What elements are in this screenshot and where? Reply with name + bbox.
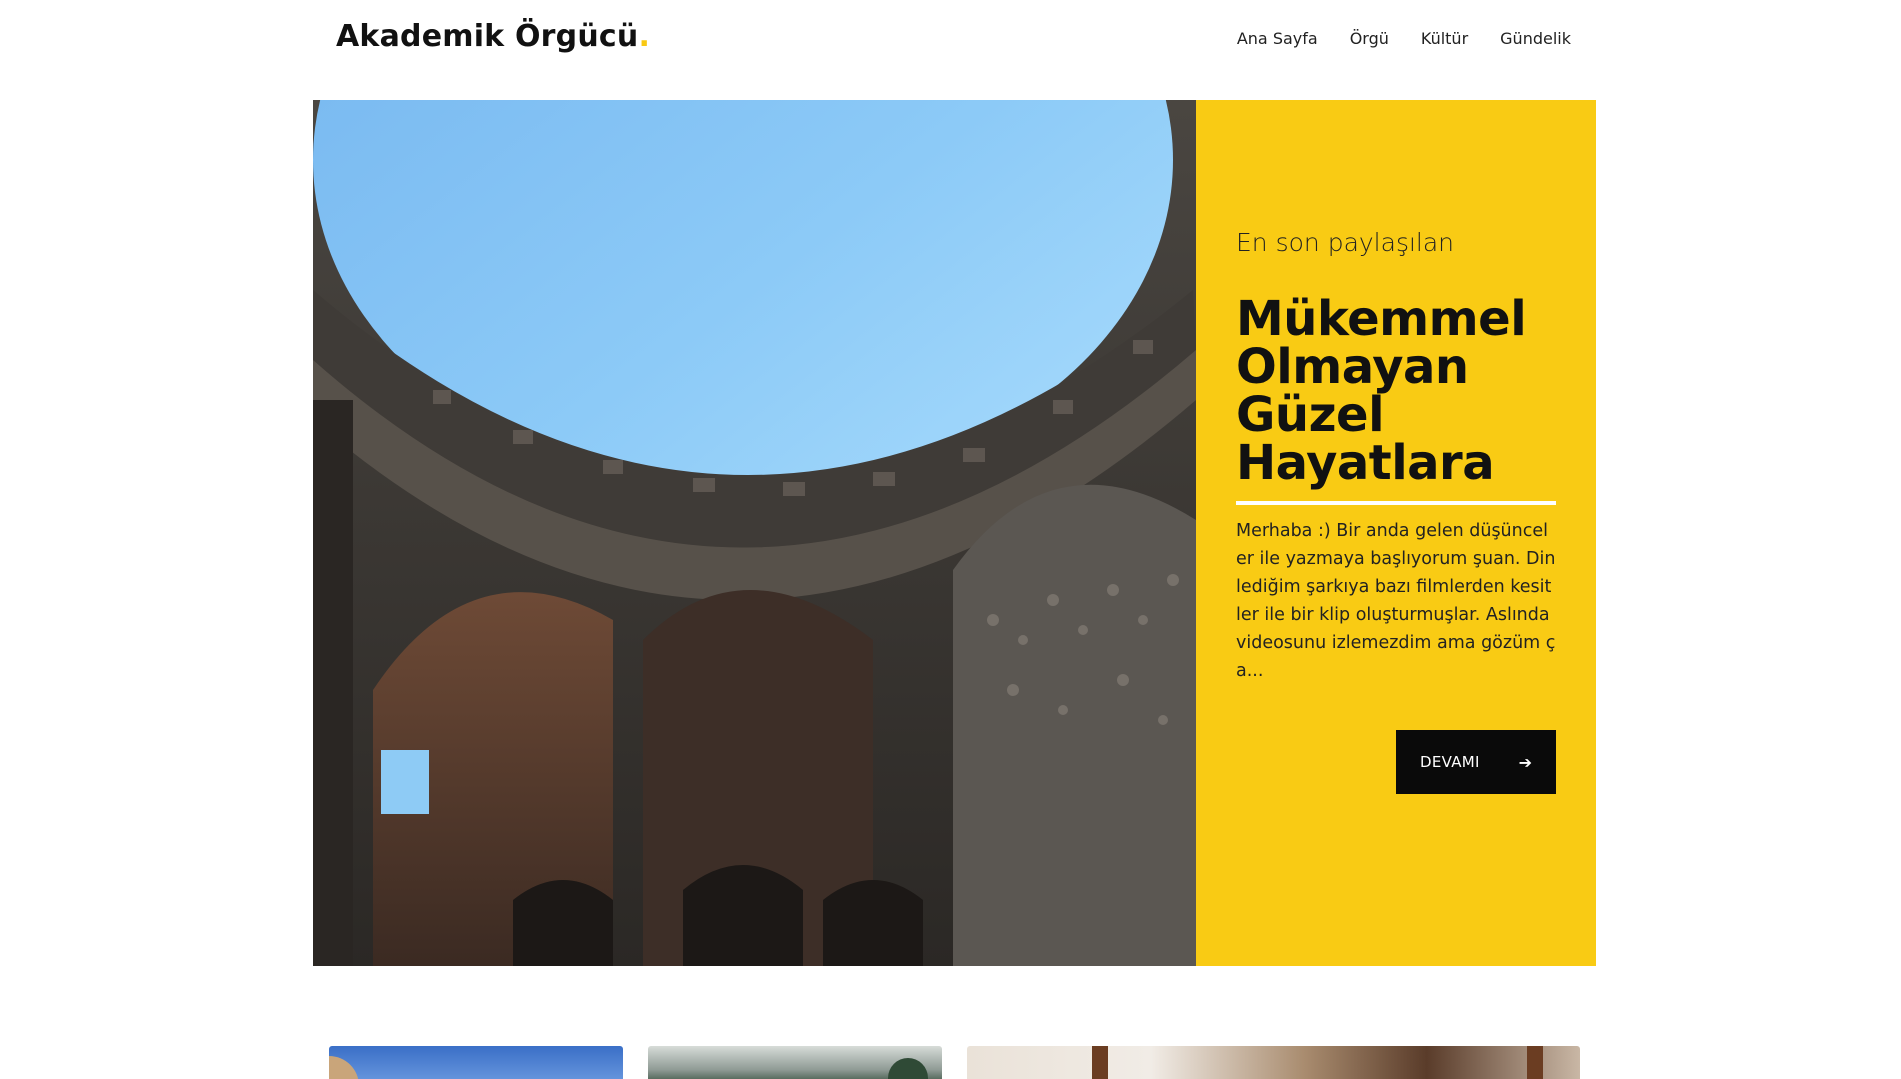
title-divider xyxy=(1236,501,1556,505)
featured-post-panel: En son paylaşılan Mükemmel Olmayan Güzel… xyxy=(1196,100,1596,966)
nav-item-ana-sayfa[interactable]: Ana Sayfa xyxy=(1237,29,1318,48)
nav-item-gundelik[interactable]: Gündelik xyxy=(1500,29,1571,48)
main-nav: Ana Sayfa Örgü Kültür Gündelik xyxy=(1237,29,1571,48)
card-3-decor-left xyxy=(1092,1046,1108,1079)
nav-item-orgu[interactable]: Örgü xyxy=(1350,29,1389,48)
card-3-decor-right xyxy=(1527,1046,1543,1079)
post-card-3-image[interactable] xyxy=(967,1046,1580,1079)
featured-label: En son paylaşılan xyxy=(1236,228,1455,257)
featured-post: En son paylaşılan Mükemmel Olmayan Güzel… xyxy=(313,100,1596,966)
featured-post-excerpt: Merhaba :) Bir anda gelen düşünceler ile… xyxy=(1236,521,1556,681)
arrow-right-icon: ➔ xyxy=(1518,752,1532,772)
dome-ruins-photo xyxy=(313,100,1196,966)
read-more-label: DEVAMI xyxy=(1420,753,1480,771)
featured-post-image[interactable] xyxy=(313,100,1196,966)
featured-post-title[interactable]: Mükemmel Olmayan Güzel Hayatlara xyxy=(1236,295,1556,487)
nav-item-kultur[interactable]: Kültür xyxy=(1421,29,1468,48)
post-cards-row xyxy=(329,1046,1580,1079)
site-logo[interactable]: Akademik Örgücü. xyxy=(336,19,650,54)
logo-dot: . xyxy=(638,19,651,54)
card-1-decor xyxy=(329,1056,359,1079)
site-header: Akademik Örgücü. Ana Sayfa Örgü Kültür G… xyxy=(0,0,1901,80)
post-card-1-image[interactable] xyxy=(329,1046,623,1079)
read-more-button[interactable]: DEVAMI ➔ xyxy=(1396,730,1556,794)
logo-text: Akademik Örgücü xyxy=(336,19,639,54)
post-card-2-image[interactable] xyxy=(648,1046,942,1079)
card-2-decor xyxy=(888,1058,928,1079)
